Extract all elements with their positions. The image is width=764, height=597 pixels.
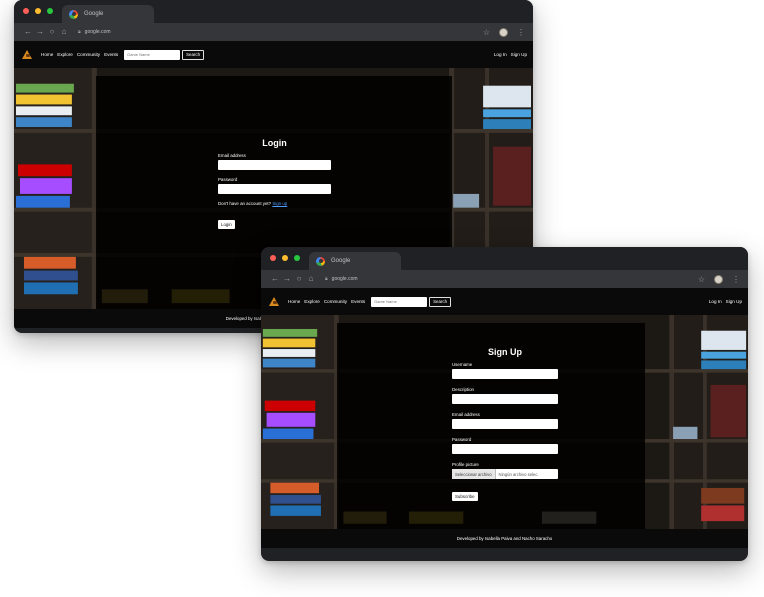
signup-form: Sign Up Username Description Email addre… [452, 347, 558, 503]
description-field[interactable] [452, 394, 558, 404]
star-icon[interactable]: ☆ [483, 28, 490, 37]
minimize-window-icon[interactable] [35, 8, 41, 14]
game-search-input[interactable] [371, 296, 428, 307]
password-label: Password [452, 437, 472, 442]
arrow-left-icon[interactable]: ← [22, 28, 34, 36]
arrow-left-icon[interactable]: ← [269, 275, 281, 283]
lock-icon: 🔒︎ [78, 29, 81, 35]
signup-link[interactable]: Sign Up [511, 52, 527, 57]
browser-tab[interactable]: Google [309, 252, 401, 270]
google-logo-icon [69, 9, 78, 19]
nav-explore-link[interactable]: Explore [304, 299, 320, 304]
nav-home-link[interactable]: Home [288, 299, 300, 304]
address-bar: ← → ○ ⌂ 🔒︎ google.com ☆ ⋮ [261, 270, 748, 288]
signup-hint-link[interactable]: Sign up [272, 201, 287, 206]
profile-avatar-icon[interactable] [714, 274, 723, 284]
profile-avatar-icon[interactable] [499, 27, 508, 37]
login-link[interactable]: Log In [494, 52, 507, 57]
reload-icon[interactable]: ○ [293, 275, 305, 283]
email-label: Email address [218, 153, 246, 158]
login-form: Login Email address Password Don't have … [218, 138, 331, 231]
form-title: Sign Up [488, 347, 522, 357]
title-bar: Google [261, 247, 748, 270]
search-button[interactable]: Search [429, 296, 452, 307]
maximize-window-icon[interactable] [47, 8, 53, 14]
url-field[interactable]: 🔒︎ google.com [325, 276, 358, 282]
email-label: Email address [452, 412, 480, 417]
footer-credit: Developed by Isabella Paiva and Nacho Sa… [456, 536, 553, 541]
site-navbar: Home Explore Community Events Search Log… [261, 288, 748, 315]
description-label: Description [452, 387, 474, 392]
nav-community-link[interactable]: Community [324, 299, 347, 304]
hero-section: Sign Up Username Description Email addre… [261, 315, 748, 529]
email-field[interactable] [452, 419, 558, 429]
maximize-window-icon[interactable] [294, 255, 300, 261]
password-label: Password [218, 177, 238, 182]
reload-icon[interactable]: ○ [46, 28, 58, 36]
form-title: Login [262, 138, 287, 148]
kebab-menu-icon[interactable]: ⋮ [517, 28, 525, 37]
kebab-menu-icon[interactable]: ⋮ [732, 275, 740, 284]
home-icon[interactable]: ⌂ [305, 275, 317, 283]
nav-events-link[interactable]: Events [104, 52, 118, 57]
url-text[interactable]: google.com [332, 276, 358, 282]
title-bar: Google [14, 0, 533, 23]
minimize-window-icon[interactable] [282, 255, 288, 261]
url-field[interactable]: 🔒︎ google.com [78, 29, 111, 35]
username-field[interactable] [452, 369, 558, 379]
footer: Developed by Isabella Paiva and Nacho Sa… [261, 529, 748, 548]
search-button[interactable]: Search [182, 49, 205, 60]
star-icon[interactable]: ☆ [698, 275, 705, 284]
email-field[interactable] [218, 160, 331, 170]
subscribe-button[interactable]: Subscribe [452, 492, 478, 501]
site-navbar: Home Explore Community Events Search Log… [14, 41, 533, 68]
nav-events-link[interactable]: Events [351, 299, 365, 304]
home-icon[interactable]: ⌂ [58, 28, 70, 36]
password-field[interactable] [452, 444, 558, 454]
nav-explore-link[interactable]: Explore [57, 52, 73, 57]
browser-tab[interactable]: Google [62, 5, 154, 23]
nav-community-link[interactable]: Community [77, 52, 100, 57]
close-window-icon[interactable] [270, 255, 276, 261]
site-logo-icon[interactable] [22, 50, 33, 59]
signup-hint-text: Don't have an account yet? [218, 201, 272, 206]
signup-hint: Don't have an account yet? Sign up [218, 201, 331, 206]
close-window-icon[interactable] [23, 8, 29, 14]
nav-home-link[interactable]: Home [41, 52, 53, 57]
tab-title: Google [331, 258, 351, 264]
password-field[interactable] [218, 184, 331, 194]
lock-icon: 🔒︎ [325, 276, 328, 282]
signup-browser-window: Google ← → ○ ⌂ 🔒︎ google.com ☆ ⋮ Home Ex… [261, 247, 748, 561]
username-label: Username [452, 362, 473, 367]
window-controls [270, 255, 300, 261]
game-search-input[interactable] [124, 49, 181, 60]
site-logo-icon[interactable] [269, 297, 280, 306]
url-text[interactable]: google.com [85, 29, 111, 35]
arrow-right-icon[interactable]: → [34, 28, 46, 36]
window-controls [23, 8, 53, 14]
choose-file-button[interactable]: Seleccionar archivo [452, 469, 496, 479]
arrow-right-icon[interactable]: → [281, 275, 293, 283]
profile-picture-label: Profile picture [452, 462, 479, 467]
no-file-text: Ningún archivo selec. [498, 471, 539, 477]
google-logo-icon [316, 256, 325, 266]
tab-title: Google [84, 11, 104, 17]
profile-picture-file-input[interactable]: Seleccionar archivo Ningún archivo selec… [452, 469, 558, 479]
login-button[interactable]: Login [218, 220, 235, 229]
login-link[interactable]: Log In [709, 299, 722, 304]
address-bar: ← → ○ ⌂ 🔒︎ google.com ☆ ⋮ [14, 23, 533, 41]
signup-link[interactable]: Sign Up [726, 299, 742, 304]
